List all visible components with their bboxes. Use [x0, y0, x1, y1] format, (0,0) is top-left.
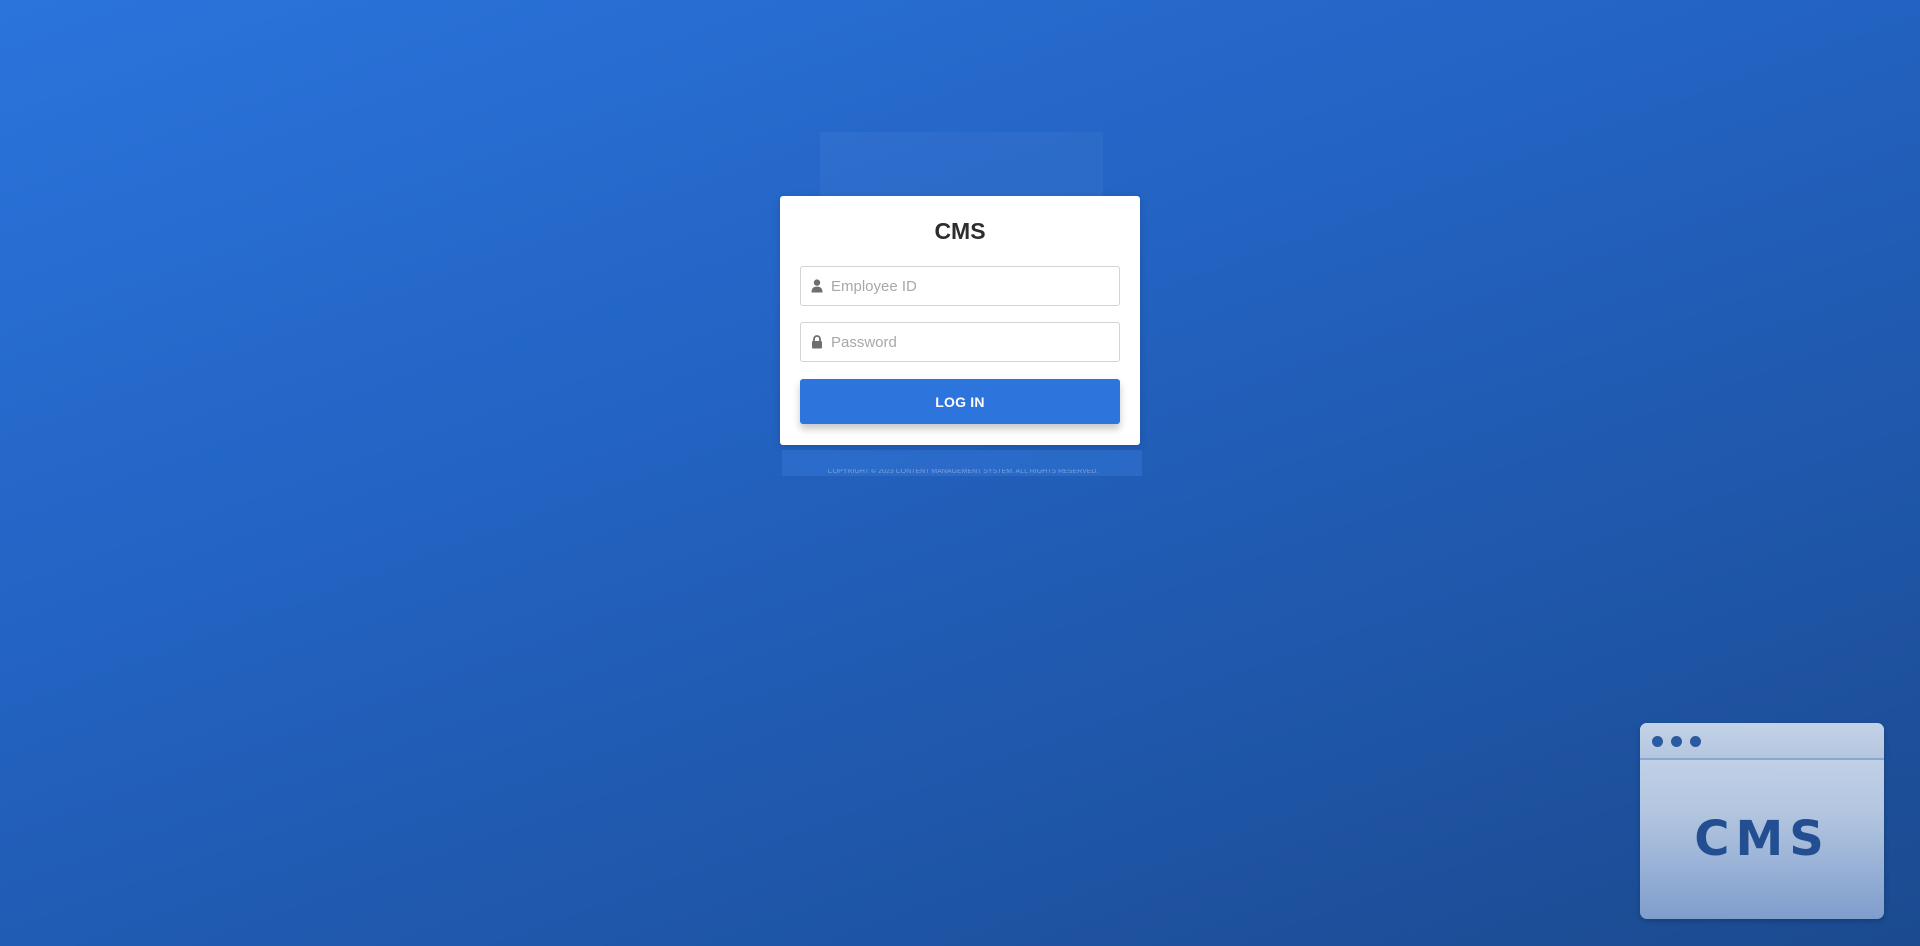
window-dot-icon — [1652, 736, 1663, 747]
user-icon — [811, 279, 823, 293]
password-field[interactable] — [800, 322, 1120, 362]
login-card: CMS LOG IN — [780, 196, 1140, 445]
password-input[interactable] — [831, 323, 1111, 361]
window-dot-icon — [1690, 736, 1701, 747]
cms-app-widget: CMS — [1640, 723, 1884, 919]
login-button[interactable]: LOG IN — [800, 379, 1120, 424]
lock-icon — [811, 335, 823, 349]
login-title: CMS — [934, 218, 986, 244]
employee-id-field[interactable] — [800, 266, 1120, 306]
background-ghost-panel — [820, 132, 1103, 196]
widget-title-bar — [1640, 723, 1884, 760]
employee-id-input[interactable] — [831, 267, 1111, 305]
cms-logo-text: CMS — [1694, 811, 1830, 867]
window-dot-icon — [1671, 736, 1682, 747]
copyright-text: COPYRIGHT © 2023 CONTENT MANAGEMENT SYST… — [827, 469, 1099, 475]
